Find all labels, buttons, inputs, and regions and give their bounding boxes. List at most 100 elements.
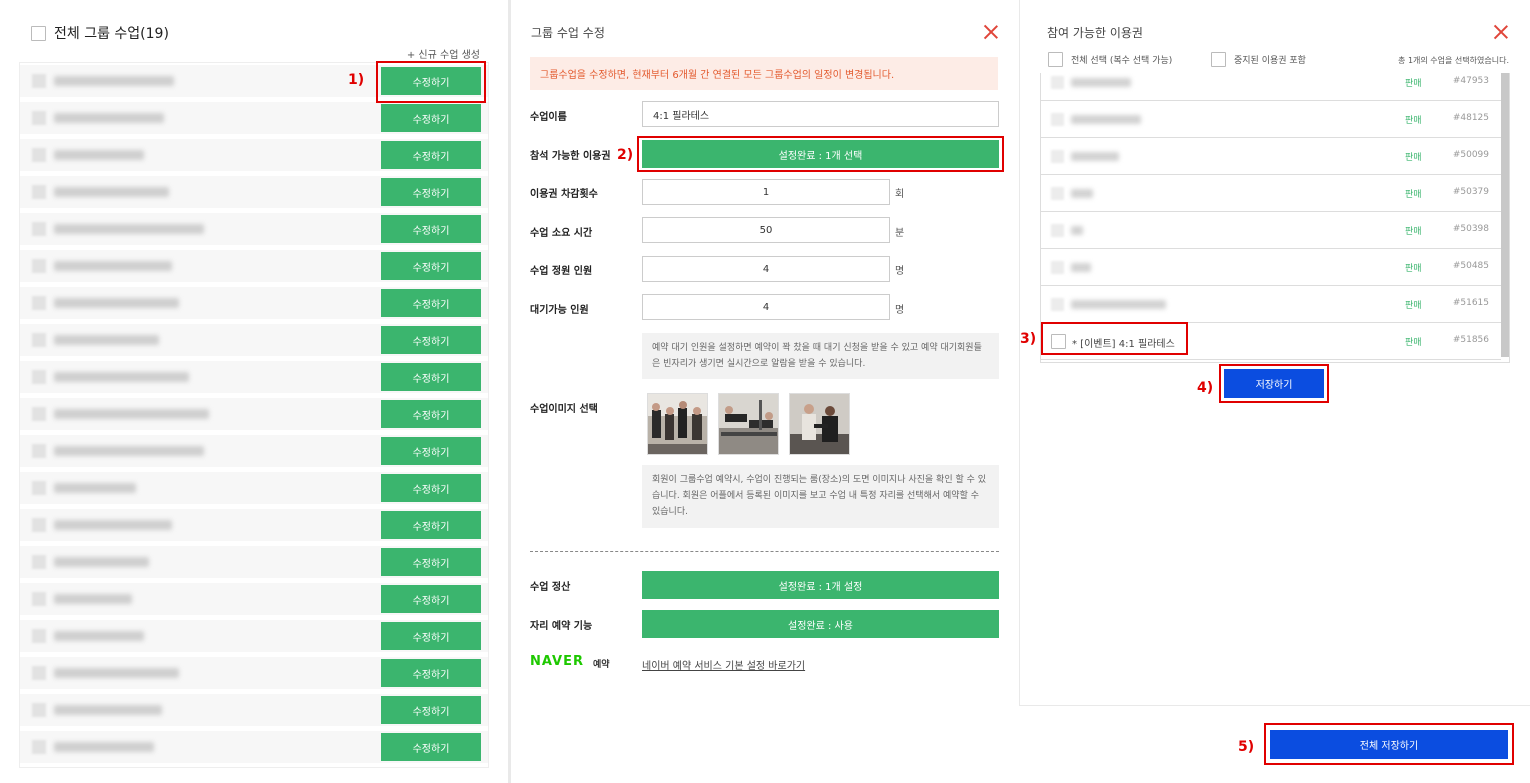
row-checkbox[interactable] xyxy=(32,333,46,347)
pass-checkbox[interactable] xyxy=(1051,150,1064,163)
edit-button[interactable]: 수정하기 xyxy=(381,622,481,650)
pass-label: 참석 가능한 이용권 xyxy=(530,151,611,162)
edit-button[interactable]: 수정하기 xyxy=(381,141,481,169)
select-all-checkbox[interactable] xyxy=(31,25,46,41)
include-stopped-option[interactable]: 중지된 이용권 포함 xyxy=(1211,52,1306,67)
list-item: 수정하기 xyxy=(20,583,488,615)
row-checkbox[interactable] xyxy=(32,222,46,236)
pass-checkbox[interactable] xyxy=(1051,113,1064,126)
waiting-input[interactable]: 4 xyxy=(642,294,890,320)
row-checkbox[interactable] xyxy=(32,740,46,754)
pass-status: 판매 xyxy=(1405,301,1422,311)
edit-button[interactable]: 수정하기 xyxy=(381,289,481,317)
class-name-redacted xyxy=(54,150,144,160)
edit-button[interactable]: 수정하기 xyxy=(381,215,481,243)
close-icon[interactable] xyxy=(984,25,998,39)
naver-settings-link[interactable]: 네이버 예약 서비스 기본 설정 바로가기 xyxy=(642,657,805,672)
row-checkbox[interactable] xyxy=(32,74,46,88)
deduct-input[interactable]: 1 xyxy=(642,179,890,205)
pass-row[interactable]: 판매 #50099 xyxy=(1041,138,1501,175)
list-item: 수정하기 xyxy=(20,287,488,319)
edit-button[interactable]: 수정하기 xyxy=(381,733,481,761)
annotation-step-3: 3) xyxy=(1020,331,1037,347)
pass-row[interactable]: 판매 #48125 xyxy=(1041,101,1501,138)
edit-button[interactable]: 수정하기 xyxy=(381,363,481,391)
image-label: 수업이미지 선택 xyxy=(530,404,598,415)
list-item: 수정하기 xyxy=(20,361,488,393)
row-checkbox[interactable] xyxy=(32,370,46,384)
row-checkbox[interactable] xyxy=(32,259,46,273)
row-checkbox[interactable] xyxy=(32,629,46,643)
edit-button[interactable]: 수정하기 xyxy=(381,659,481,687)
list-item: 수정하기 xyxy=(20,176,488,208)
pass-id: #50099 xyxy=(1452,150,1489,160)
class-name-redacted xyxy=(54,224,204,234)
row-checkbox[interactable] xyxy=(32,185,46,199)
pass-checkbox[interactable] xyxy=(1051,261,1064,274)
pass-status: 판매 xyxy=(1405,79,1422,89)
waiting-label: 대기가능 인원 xyxy=(530,305,589,316)
class-name-redacted xyxy=(54,742,154,752)
close-icon[interactable] xyxy=(1494,25,1508,39)
list-item: 수정하기 xyxy=(20,694,488,726)
row-checkbox[interactable] xyxy=(32,703,46,717)
class-image-thumb-3[interactable] xyxy=(789,393,850,455)
pass-row[interactable]: 판매 #50379 xyxy=(1041,175,1501,212)
edit-button[interactable]: 수정하기 xyxy=(381,400,481,428)
edit-button[interactable]: 수정하기 xyxy=(381,437,481,465)
pass-checkbox[interactable] xyxy=(1051,298,1064,311)
include-stopped-checkbox[interactable] xyxy=(1211,52,1226,67)
edit-button[interactable]: 수정하기 xyxy=(381,326,481,354)
pass-checkbox[interactable] xyxy=(1051,76,1064,89)
pass-row[interactable]: 판매 #47953 xyxy=(1041,73,1501,101)
edit-button[interactable]: 수정하기 xyxy=(381,252,481,280)
pass-id: #51615 xyxy=(1452,298,1489,308)
row-checkbox[interactable] xyxy=(32,407,46,421)
class-name-input[interactable]: 4:1 필라테스 xyxy=(642,101,999,127)
edit-button[interactable]: 수정하기 xyxy=(381,696,481,724)
class-image-thumb-2[interactable] xyxy=(718,393,779,455)
class-image-thumb-1[interactable] xyxy=(647,393,708,455)
pass-checkbox[interactable] xyxy=(1051,187,1064,200)
edit-button[interactable]: 수정하기 xyxy=(381,511,481,539)
row-checkbox[interactable] xyxy=(32,148,46,162)
edit-button[interactable]: 수정하기 xyxy=(381,548,481,576)
edit-button[interactable]: 수정하기 xyxy=(381,178,481,206)
list-title: 전체 그룹 수업(19) xyxy=(54,26,169,42)
pass-row[interactable]: 판매 #50485 xyxy=(1041,249,1501,286)
list-item: 수정하기 xyxy=(20,731,488,763)
row-checkbox[interactable] xyxy=(32,296,46,310)
row-checkbox[interactable] xyxy=(32,518,46,532)
pass-checkbox[interactable] xyxy=(1051,224,1064,237)
pass-row[interactable]: 판매 #50398 xyxy=(1041,212,1501,249)
edit-button[interactable]: 수정하기 xyxy=(381,474,481,502)
list-item: 수정하기 xyxy=(20,620,488,652)
seat-setting-button[interactable]: 설정완료 : 사용 xyxy=(642,610,999,638)
edit-button[interactable]: 수정하기 xyxy=(381,104,481,132)
row-checkbox[interactable] xyxy=(32,592,46,606)
row-checkbox[interactable] xyxy=(32,481,46,495)
row-checkbox[interactable] xyxy=(32,444,46,458)
edit-button[interactable]: 수정하기 xyxy=(381,585,481,613)
select-all-checkbox[interactable] xyxy=(1048,52,1063,67)
panel-title: 그룹 수업 수정 xyxy=(531,26,605,40)
class-name-redacted xyxy=(54,187,169,197)
waiting-note: 예약 대기 인원을 설정하면 예약이 꽉 찼을 때 대기 신청을 받을 수 있고… xyxy=(642,333,999,379)
selected-count: 총 1개의 수업을 선택하였습니다. xyxy=(1398,56,1509,65)
class-name-redacted xyxy=(54,335,159,345)
select-all-option[interactable]: 전체 선택 (복수 선택 가능) xyxy=(1048,52,1172,67)
pass-name-redacted xyxy=(1071,115,1141,124)
list-header: 전체 그룹 수업(19) xyxy=(31,23,169,43)
duration-input[interactable]: 50 xyxy=(642,217,890,243)
scrollbar[interactable] xyxy=(1501,73,1509,357)
new-class-link[interactable]: + 신규 수업 생성 xyxy=(407,46,480,61)
include-stopped-label: 중지된 이용권 포함 xyxy=(1234,56,1306,66)
row-checkbox[interactable] xyxy=(32,555,46,569)
pass-status: 판매 xyxy=(1405,338,1422,348)
capacity-input[interactable]: 4 xyxy=(642,256,890,282)
list-item: 수정하기 xyxy=(20,102,488,134)
pass-row[interactable]: 판매 #51615 xyxy=(1041,286,1501,323)
settle-setting-button[interactable]: 설정완료 : 1개 설정 xyxy=(642,571,999,599)
row-checkbox[interactable] xyxy=(32,111,46,125)
row-checkbox[interactable] xyxy=(32,666,46,680)
